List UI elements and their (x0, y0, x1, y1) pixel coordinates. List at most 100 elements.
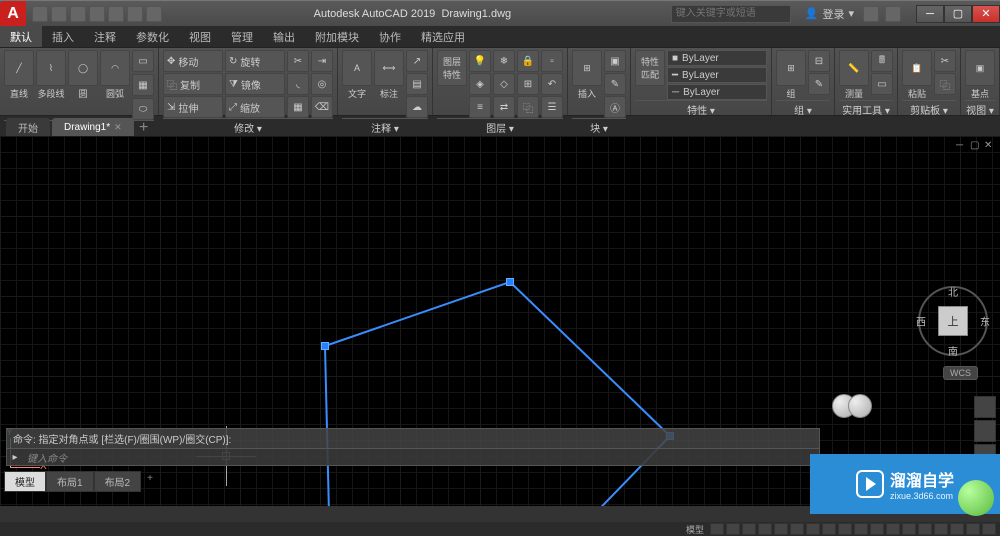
status-custom-icon[interactable] (982, 523, 996, 535)
command-input[interactable]: ▸ 键入命令 (6, 448, 820, 466)
panel-utilities-label[interactable]: 实用工具 ▾ (839, 100, 893, 117)
status-workspace-icon[interactable] (886, 523, 900, 535)
ungroup-icon[interactable]: ⊟ (808, 50, 830, 72)
trim-icon[interactable]: ✂ (287, 50, 309, 72)
table-icon[interactable]: ▤ (406, 73, 428, 95)
layer-state-icon[interactable]: ☰ (541, 96, 563, 118)
layout-tab-model[interactable]: 模型 (4, 471, 46, 492)
add-layout-button[interactable]: + (141, 471, 159, 492)
wcs-badge[interactable]: WCS (943, 366, 978, 380)
status-ortho-icon[interactable] (742, 523, 756, 535)
arc-button[interactable]: ◠ (100, 50, 130, 86)
fillet-icon[interactable]: ◟ (287, 73, 309, 95)
status-annomonitor-icon[interactable] (870, 523, 884, 535)
attr-block-icon[interactable]: Ⓐ (604, 96, 626, 118)
doc-tab-drawing1[interactable]: Drawing1*✕ (52, 118, 134, 136)
status-otrack-icon[interactable] (806, 523, 820, 535)
move-button[interactable]: ✥ 移动 (163, 50, 223, 72)
tab-addins[interactable]: 附加模块 (305, 26, 369, 47)
layer-color-icon[interactable]: ▫ (541, 50, 563, 72)
layer-match-icon[interactable]: ⊞ (517, 73, 539, 95)
layer-walk-icon[interactable]: ≡ (469, 96, 491, 118)
edit-block-icon[interactable]: ✎ (604, 73, 626, 95)
panel-block-label[interactable]: 块 ▾ (572, 118, 626, 135)
status-lwt-icon[interactable] (822, 523, 836, 535)
doc-max-icon[interactable]: ▢ (970, 140, 980, 150)
viewcube-east[interactable]: 东 (980, 314, 990, 329)
stretch-button[interactable]: ⇲ 拉伸 (163, 96, 223, 118)
base-button[interactable]: ▣ (965, 50, 995, 86)
status-model-label[interactable]: 模型 (682, 523, 708, 536)
qat-undo-icon[interactable] (127, 6, 143, 22)
tab-manage[interactable]: 管理 (221, 26, 263, 47)
copy-clip-icon[interactable]: ⿻ (934, 73, 956, 95)
panel-annotate-label[interactable]: 注释 ▾ (342, 118, 428, 135)
grip-icon[interactable] (506, 278, 514, 286)
status-polar-icon[interactable] (758, 523, 772, 535)
panel-modify-label[interactable]: 修改 ▾ (163, 118, 333, 135)
color-combo[interactable]: ■ ByLayer (667, 50, 767, 66)
tab-collaborate[interactable]: 协作 (369, 26, 411, 47)
qat-redo-icon[interactable] (146, 6, 162, 22)
leader-icon[interactable]: ↗ (406, 50, 428, 72)
qat-open-icon[interactable] (51, 6, 67, 22)
maximize-button[interactable]: ▢ (944, 5, 972, 23)
status-grid-icon[interactable] (710, 523, 724, 535)
hatch-icon[interactable]: ▦ (132, 74, 154, 96)
layer-properties-button[interactable]: 图层 特性 (437, 50, 467, 86)
tab-output[interactable]: 输出 (263, 26, 305, 47)
calc-icon[interactable]: 🖩 (871, 50, 893, 72)
nav-wheel-icon[interactable] (974, 396, 996, 418)
layer-change-icon[interactable]: ⇄ (493, 96, 515, 118)
group-edit-icon[interactable]: ✎ (808, 73, 830, 95)
doc-close-icon[interactable]: ✕ (984, 140, 994, 150)
grip-icon[interactable] (321, 342, 329, 350)
viewcube-south[interactable]: 南 (948, 343, 958, 358)
viewcube[interactable]: 上 北 南 东 西 (918, 286, 988, 356)
layout-tab-layout2[interactable]: 布局2 (94, 471, 142, 492)
drawing-area[interactable]: Y X ─ ▢ ✕ 上 北 南 东 西 WCS 命令: 指定对角点或 [栏选(F… (0, 136, 1000, 506)
rotate-button[interactable]: ↻ 旋转 (225, 50, 285, 72)
lineweight-combo[interactable]: ━ ByLayer (667, 67, 767, 83)
viewcube-north[interactable]: 北 (948, 284, 958, 299)
select-icon[interactable]: ▭ (871, 73, 893, 95)
help-icon[interactable] (885, 6, 901, 22)
rect-icon[interactable]: ▭ (132, 50, 154, 72)
login-button[interactable]: 👤 登录▾ (799, 6, 860, 22)
new-doc-button[interactable]: + (136, 120, 152, 136)
panel-layer-label[interactable]: 图层 ▾ (437, 118, 563, 135)
pentagon-shape[interactable] (310, 276, 710, 506)
tab-default[interactable]: 默认 (0, 26, 42, 47)
insert-block-button[interactable]: ⊞ (572, 50, 602, 86)
doc-min-icon[interactable]: ─ (956, 140, 966, 150)
extend-icon[interactable]: ⇥ (311, 50, 333, 72)
text-button[interactable]: A (342, 50, 372, 86)
circle-button[interactable]: ◯ (68, 50, 98, 86)
qat-save-icon[interactable] (70, 6, 86, 22)
viewcube-west[interactable]: 西 (916, 314, 926, 329)
scale-button[interactable]: ⤢ 缩放 (225, 96, 285, 118)
qat-saveas-icon[interactable] (89, 6, 105, 22)
cut-icon[interactable]: ✂ (934, 50, 956, 72)
cloud-icon[interactable]: ☁ (406, 96, 428, 118)
dimension-button[interactable]: ⟷ (374, 50, 404, 86)
doc-tab-start[interactable]: 开始 (6, 118, 50, 136)
layer-prev-icon[interactable]: ↶ (541, 73, 563, 95)
tab-insert[interactable]: 插入 (42, 26, 84, 47)
group-button[interactable]: ⊞ (776, 50, 806, 86)
help-search-input[interactable] (671, 5, 791, 23)
create-block-icon[interactable]: ▣ (604, 50, 626, 72)
nav-pan-icon[interactable] (974, 420, 996, 442)
line-button[interactable]: ╱ (4, 50, 34, 86)
tab-annotate[interactable]: 注释 (84, 26, 126, 47)
match-properties-button[interactable]: 特性 匹配 (635, 50, 665, 86)
close-tab-icon[interactable]: ✕ (114, 122, 122, 133)
mirror-button[interactable]: ⧩ 镜像 (225, 73, 285, 95)
status-quickprops-icon[interactable] (918, 523, 932, 535)
polyline-button[interactable]: ⌇ (36, 50, 66, 86)
layer-on-icon[interactable]: 💡 (469, 50, 491, 72)
paste-button[interactable]: 📋 (902, 50, 932, 86)
app-logo-icon[interactable]: A (0, 1, 26, 27)
linetype-combo[interactable]: ─ ByLayer (667, 84, 767, 100)
status-osnap-icon[interactable] (774, 523, 788, 535)
